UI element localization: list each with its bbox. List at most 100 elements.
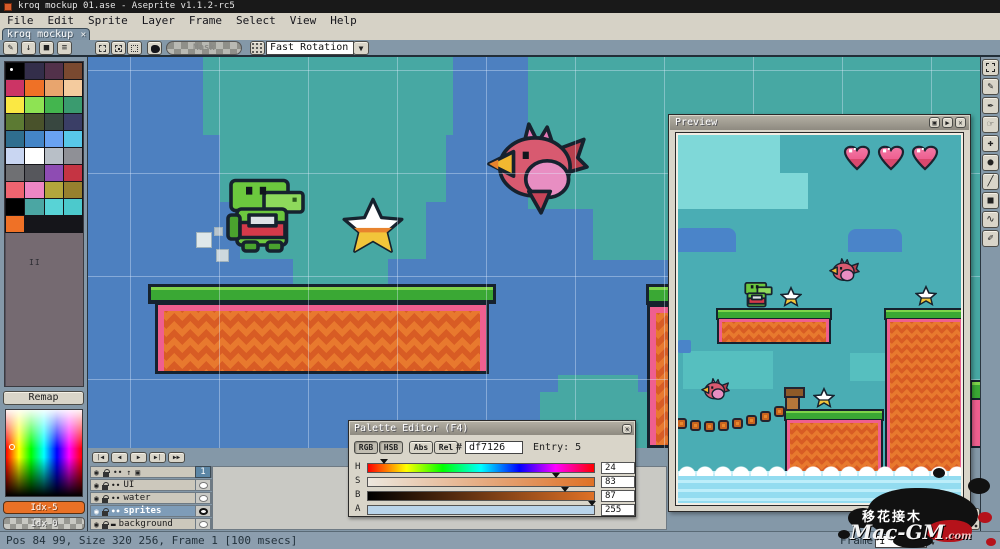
rectangular-marquee-tool[interactable] xyxy=(982,59,999,76)
palette-swatch[interactable] xyxy=(45,199,63,215)
menu-view[interactable]: View xyxy=(290,13,317,28)
palette-swatch[interactable] xyxy=(6,97,24,113)
palette-swatch[interactable] xyxy=(64,80,82,96)
onion-skin-icon[interactable]: ↑ xyxy=(126,468,131,476)
palette-swatch[interactable] xyxy=(64,131,82,147)
palette-swatch[interactable] xyxy=(25,165,43,181)
menu-help[interactable]: Help xyxy=(330,13,357,28)
palette-swatch[interactable] xyxy=(6,165,24,181)
hsb-button[interactable]: HSB xyxy=(379,441,403,454)
dropdown-arrow-icon[interactable]: ▼ xyxy=(353,41,369,55)
next-frame-button[interactable]: ▶| xyxy=(149,452,166,463)
saturation-slider[interactable] xyxy=(367,477,595,487)
duplicate-icon[interactable]: ▣ xyxy=(135,468,140,476)
link-icon[interactable]: •• xyxy=(113,468,123,476)
palette-swatch[interactable] xyxy=(45,63,63,79)
palette-swatch[interactable] xyxy=(25,199,43,215)
contour-tool[interactable]: ∿ xyxy=(982,211,999,228)
palette-edit-button[interactable]: ✎ xyxy=(3,41,18,55)
pencil-tool[interactable]: ✎ xyxy=(982,78,999,95)
lock-icon[interactable] xyxy=(102,524,108,529)
palette-swatch[interactable] xyxy=(45,97,63,113)
palette-swatch[interactable] xyxy=(6,80,24,96)
palette-swatch[interactable] xyxy=(25,182,43,198)
eye-icon[interactable]: ◉ xyxy=(94,480,99,491)
lock-icon[interactable] xyxy=(102,485,108,490)
layer-row-sprites[interactable]: ◉ •• sprites xyxy=(90,505,212,517)
frame-spinner[interactable]: ▲▼ xyxy=(928,535,938,548)
last-frame-button[interactable]: ▶▶ xyxy=(168,452,185,463)
palette-swatch[interactable] xyxy=(6,148,24,164)
hue-value[interactable]: 24 xyxy=(601,462,635,474)
palette-swatch[interactable] xyxy=(64,182,82,198)
palette-swatch[interactable] xyxy=(25,148,43,164)
selection-subtract-button[interactable] xyxy=(127,41,142,55)
brightness-value[interactable]: 87 xyxy=(601,490,635,502)
palette-swatch[interactable] xyxy=(45,148,63,164)
layer-row-ui[interactable]: ◉ •• UI xyxy=(90,479,212,491)
foreground-color-swatch[interactable]: Idx-5 xyxy=(3,501,85,514)
first-frame-button[interactable]: |◀ xyxy=(92,452,109,463)
palette-swatch[interactable] xyxy=(64,165,82,181)
eye-icon[interactable]: ◉ xyxy=(94,493,99,504)
slider-marker[interactable] xyxy=(380,459,388,464)
color-spectrum[interactable] xyxy=(5,409,83,497)
rel-button[interactable]: Rel xyxy=(434,441,458,454)
eye-icon[interactable]: ◉ xyxy=(94,519,99,530)
palette-swatch[interactable] xyxy=(45,80,63,96)
timeline-grid-button[interactable] xyxy=(958,508,980,530)
frame-number-header[interactable]: 1 xyxy=(195,466,211,478)
menu-edit[interactable]: Edit xyxy=(48,13,75,28)
remap-button[interactable]: Remap xyxy=(3,391,84,405)
close-icon[interactable]: ✕ xyxy=(955,117,966,128)
palette-swatch[interactable] xyxy=(25,131,43,147)
alpha-slider[interactable] xyxy=(367,505,595,515)
palette-swatch[interactable] xyxy=(64,63,82,79)
selection-replace-button[interactable] xyxy=(95,41,110,55)
menu-layer[interactable]: Layer xyxy=(142,13,175,28)
palette-swatch[interactable] xyxy=(25,63,43,79)
cel-ui[interactable] xyxy=(195,479,211,491)
rotation-dropdown[interactable]: Fast Rotation ▼ xyxy=(266,41,354,55)
cel-background[interactable] xyxy=(195,518,211,530)
slider-marker[interactable] xyxy=(588,501,596,506)
palette-swatch[interactable] xyxy=(64,97,82,113)
palette-swatch[interactable] xyxy=(64,148,82,164)
play-icon[interactable]: ▶ xyxy=(942,117,953,128)
palette-swatch[interactable] xyxy=(6,182,24,198)
palette-swatch[interactable] xyxy=(6,63,24,79)
menu-file[interactable]: File xyxy=(7,13,34,28)
cel-sprites[interactable] xyxy=(195,505,211,517)
layer-row-water[interactable]: ◉ •• water xyxy=(90,492,212,504)
lock-icon[interactable] xyxy=(102,498,108,503)
rectangle-tool[interactable]: ■ xyxy=(982,192,999,209)
hex-color-input[interactable]: df7126 xyxy=(465,441,523,454)
mask-button[interactable]: Mask xyxy=(166,41,242,55)
lock-icon[interactable] xyxy=(102,511,108,516)
palette-swatch[interactable] xyxy=(6,114,24,130)
menu-sprite[interactable]: Sprite xyxy=(88,13,128,28)
abs-button[interactable]: Abs xyxy=(409,441,433,454)
hue-slider[interactable] xyxy=(367,463,595,473)
prev-frame-button[interactable]: ◀ xyxy=(111,452,128,463)
menu-select[interactable]: Select xyxy=(236,13,276,28)
palette-swatch[interactable] xyxy=(64,199,82,215)
saturation-value[interactable]: 83 xyxy=(601,476,635,488)
palette-swatch[interactable] xyxy=(45,182,63,198)
selection-brush-button[interactable] xyxy=(147,41,162,55)
close-icon[interactable]: ✕ xyxy=(622,424,632,434)
center-view-icon[interactable]: ▣ xyxy=(929,117,940,128)
cel-water[interactable] xyxy=(195,492,211,504)
spray-tool[interactable]: ✐ xyxy=(982,230,999,247)
line-tool[interactable]: ╱ xyxy=(982,173,999,190)
palette-swatch[interactable] xyxy=(6,199,24,215)
palette-swatch[interactable] xyxy=(6,131,24,147)
palette-swatch[interactable] xyxy=(25,97,43,113)
selection-add-button[interactable] xyxy=(111,41,126,55)
palette-editor-titlebar[interactable]: Palette Editor (F4) ✕ xyxy=(350,422,634,435)
layer-row-background[interactable]: ◉ ▬ background xyxy=(90,518,212,530)
palette-resize-handle[interactable]: II xyxy=(29,258,41,267)
paint-bucket-tool[interactable]: ● xyxy=(982,154,999,171)
preview-titlebar[interactable]: Preview xyxy=(670,116,969,130)
lock-icon[interactable] xyxy=(103,472,109,477)
